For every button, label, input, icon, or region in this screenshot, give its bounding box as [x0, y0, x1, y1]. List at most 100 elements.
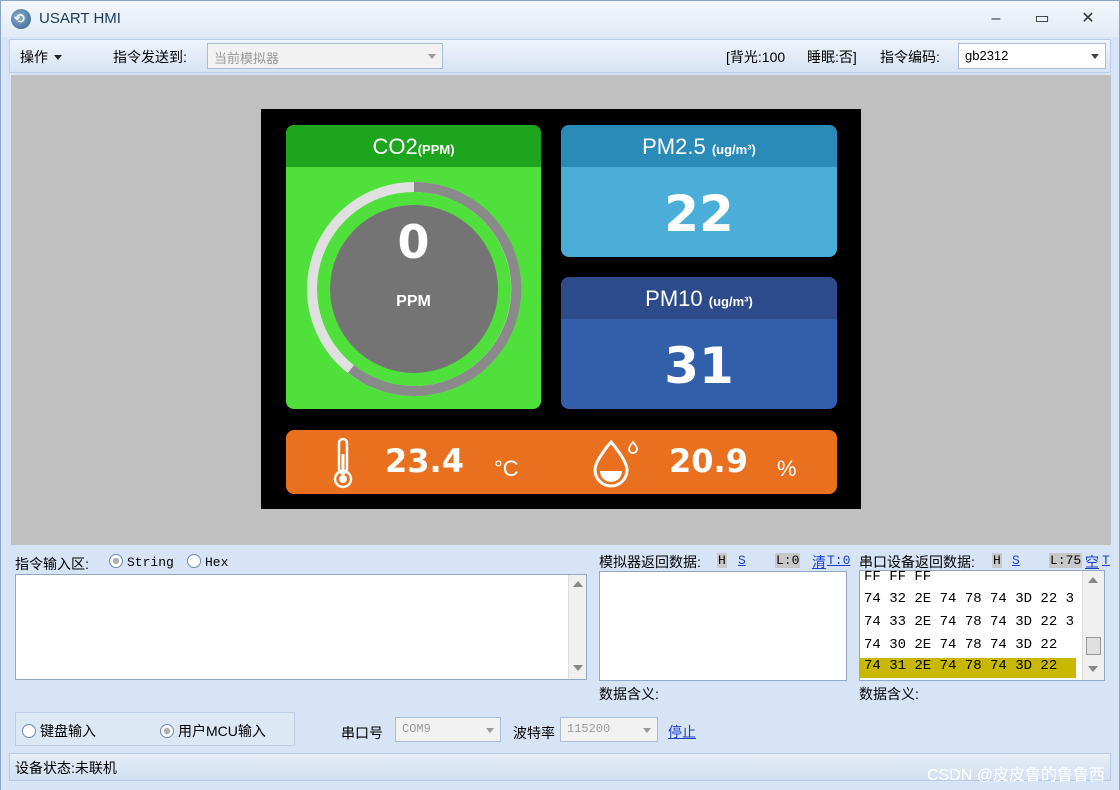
input-mode-group: 键盘输入 用户MCU输入 [15, 712, 295, 746]
hex-line-selected[interactable]: 74 31 2E 74 78 74 3D 22 [860, 658, 1076, 678]
radio-selected-icon [160, 724, 174, 738]
chevron-down-icon [54, 55, 62, 60]
baud-rate-value: 115200 [567, 722, 611, 736]
mcu-input-radio[interactable]: 用户MCU输入 [160, 721, 266, 741]
pm25-title: PM2.5 [642, 134, 706, 159]
serial-clear-link[interactable]: 空 [1085, 552, 1099, 572]
humidity-drop-icon [593, 439, 638, 488]
watermark: CSDN @皮皮鲁的鲁鲁西 [926, 767, 1105, 784]
baud-rate-label: 波特率 [513, 725, 555, 741]
encoding-label: 指令编码: [880, 49, 940, 65]
pm25-value: 22 [664, 185, 734, 243]
serial-t-link[interactable]: T [1102, 553, 1110, 568]
encoding-select[interactable]: gb2312 [958, 43, 1106, 69]
pm10-card: PM10 (ug/m³) 31 [561, 277, 837, 409]
sleep-status: 睡眠:否] [807, 49, 857, 65]
title-bar[interactable]: ⟲ USART HMI – ▭ ✕ [1, 1, 1119, 37]
co2-unit: PPM [396, 293, 431, 310]
serial-port-select[interactable]: COM9 [395, 717, 501, 742]
serial-length-value: L:75 [1049, 553, 1083, 568]
sim-clear-link[interactable]: 清 [812, 552, 826, 572]
serial-return-textarea[interactable]: FF FF FF 74 32 2E 74 78 74 3D 22 3 74 33… [859, 570, 1105, 681]
hex-line: 74 33 2E 74 78 74 3D 22 3 [864, 614, 1075, 630]
pm25-card: PM2.5 (ug/m³) 22 [561, 125, 837, 257]
serial-port-label: 串口号 [341, 725, 383, 741]
maximize-button[interactable]: ▭ [1027, 7, 1057, 31]
sim-t-link[interactable]: T:0 [827, 553, 850, 568]
scroll-down-icon[interactable] [573, 665, 583, 671]
baud-rate-select[interactable]: 115200 [560, 717, 658, 742]
close-button[interactable]: ✕ [1073, 7, 1103, 31]
send-to-label: 指令发送到: [113, 49, 187, 65]
chevron-down-icon [428, 54, 436, 59]
window-title: USART HMI [39, 10, 121, 27]
hex-radio-label: Hex [205, 555, 229, 570]
keyboard-input-radio[interactable]: 键盘输入 [22, 721, 96, 741]
hmi-screen[interactable]: CO2(PPM) 0 PPM PM2.5 (ug/m³) 22 PM10 (ug… [261, 109, 861, 509]
scroll-up-icon[interactable] [1088, 577, 1098, 583]
hex-line: 74 32 2E 74 78 74 3D 22 3 [864, 591, 1075, 607]
main-window: ⟲ USART HMI – ▭ ✕ 操作 指令发送到: 当前模拟器 [背光:10… [0, 0, 1120, 790]
device-status: 设备状态:未联机 [15, 760, 117, 776]
string-radio-label: String [127, 555, 174, 570]
serial-hex-toggle[interactable]: H [992, 553, 1002, 568]
pm10-value: 31 [664, 337, 734, 395]
minimize-button[interactable]: – [981, 7, 1011, 31]
stop-link[interactable]: 停止 [668, 722, 696, 742]
sim-length: L:0 [775, 553, 801, 568]
send-to-select[interactable]: 当前模拟器 [207, 43, 443, 69]
backlight-status: [背光:100 [726, 49, 786, 65]
radio-selected-icon [109, 554, 123, 568]
serial-h-label: H [992, 553, 1002, 568]
keyboard-input-label: 键盘输入 [40, 723, 96, 739]
scroll-up-icon[interactable] [573, 581, 583, 587]
serial-port-value: COM9 [402, 722, 431, 736]
chevron-down-icon [486, 728, 494, 733]
co2-title: CO2 [372, 134, 418, 159]
co2-unit-small: (PPM) [417, 142, 455, 157]
command-input-label: 指令输入区: [15, 556, 89, 572]
temperature-value: 23.4 [385, 442, 464, 480]
mcu-input-label: 用户MCU输入 [178, 723, 266, 739]
radio-icon [187, 554, 201, 568]
menu-bar: 操作 指令发送到: 当前模拟器 [背光:100 睡眠:否] 指令编码: gb23… [9, 39, 1111, 73]
co2-value: 0 [397, 215, 430, 269]
command-input-textarea[interactable] [15, 574, 587, 680]
serial-return-scrollbar[interactable] [1082, 571, 1104, 680]
co2-card: CO2(PPM) 0 PPM [286, 125, 541, 409]
chevron-down-icon [643, 728, 651, 733]
hex-radio[interactable]: Hex [187, 554, 228, 570]
chevron-down-icon [1091, 54, 1099, 59]
co2-header: CO2(PPM) [286, 125, 541, 167]
humidity-value: 20.9 [669, 442, 748, 480]
string-radio[interactable]: String [109, 554, 174, 570]
thermometer-icon [333, 437, 353, 489]
command-input-scrollbar[interactable] [568, 575, 586, 679]
operate-menu-label: 操作 [20, 49, 48, 65]
radio-icon [22, 724, 36, 738]
sim-length-value: L:0 [775, 553, 801, 568]
co2-gauge [307, 181, 522, 396]
sim-h-label: H [717, 553, 727, 568]
pm25-header: PM2.5 (ug/m³) [561, 125, 837, 167]
send-to-value: 当前模拟器 [214, 51, 280, 66]
serial-string-toggle[interactable]: S [1012, 553, 1020, 568]
scrollbar-thumb[interactable] [1086, 637, 1101, 655]
simulator-area: CO2(PPM) 0 PPM PM2.5 (ug/m³) 22 PM10 (ug… [11, 75, 1111, 545]
operate-menu[interactable]: 操作 [20, 47, 62, 67]
pm10-header: PM10 (ug/m³) [561, 277, 837, 319]
scroll-down-icon[interactable] [1088, 666, 1098, 672]
app-icon: ⟲ [11, 9, 31, 29]
serial-length: L:75 [1049, 553, 1083, 568]
serial-return-label: 串口设备返回数据: [859, 554, 975, 570]
hex-line: FF FF FF [864, 570, 932, 585]
serial-meaning-label: 数据含义: [859, 686, 919, 702]
simulator-return-textarea[interactable] [599, 571, 847, 681]
sim-string-toggle[interactable]: S [738, 553, 746, 568]
sim-hex-toggle[interactable]: H [717, 553, 727, 568]
sim-meaning-label: 数据含义: [599, 686, 659, 702]
environment-card: 23.4 °C 20.9 % [286, 430, 837, 494]
encoding-value: gb2312 [965, 48, 1009, 63]
hex-line: 74 30 2E 74 78 74 3D 22 [864, 637, 1058, 653]
simulator-return-label: 模拟器返回数据: [599, 554, 701, 570]
